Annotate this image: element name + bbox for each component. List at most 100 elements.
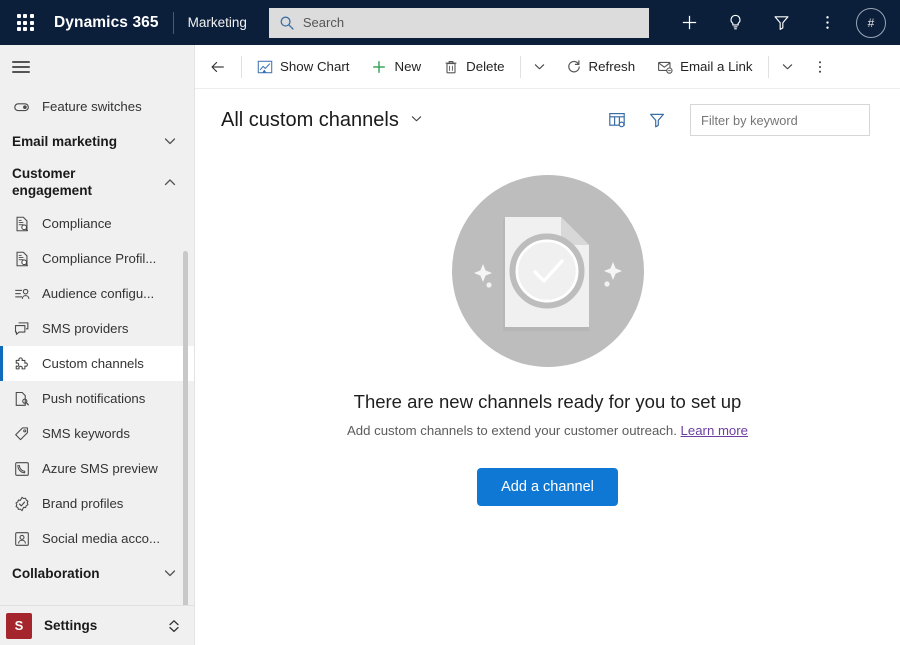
document-check-circle-illustration xyxy=(450,173,646,369)
sidebar-group-label: Email marketing xyxy=(12,133,118,149)
toggle-icon xyxy=(12,97,32,117)
sidebar-group-email-marketing[interactable]: Email marketing xyxy=(0,124,194,158)
chart-icon xyxy=(257,59,273,75)
sidebar-item-label: Compliance Profil... xyxy=(42,251,157,266)
command-label: Refresh xyxy=(588,59,636,74)
main-content: Show Chart New Delete Refresh Email a Li… xyxy=(195,45,900,645)
chat-bubble-icon xyxy=(12,319,32,339)
learn-more-link[interactable]: Learn more xyxy=(681,423,748,438)
email-link-icon xyxy=(657,59,673,75)
chevron-down-icon xyxy=(409,109,424,132)
command-divider xyxy=(767,55,769,78)
sidebar-item-compliance[interactable]: Compliance xyxy=(0,206,194,241)
sidebar-item-label: Custom channels xyxy=(42,356,144,371)
brand-title: Dynamics 365 xyxy=(54,13,159,31)
sidebar-group-label: Customer engagement xyxy=(12,166,93,198)
sidebar-item-label: Push notifications xyxy=(42,391,146,406)
avatar[interactable]: # xyxy=(856,7,886,38)
chevron-down-icon xyxy=(162,565,178,581)
sidebar-area-switcher[interactable]: S Settings xyxy=(0,605,194,645)
page-pen-icon xyxy=(12,389,32,409)
sidebar-nav: Feature switches Email marketing Custome… xyxy=(0,89,194,605)
search-input[interactable]: Search xyxy=(268,7,649,38)
sidebar-item-label: Compliance xyxy=(42,216,112,231)
sidebar-item-audience-configuration[interactable]: Audience configu... xyxy=(0,276,194,311)
sidebar-item-label: Social media acco... xyxy=(42,531,161,546)
sidebar-item-label: Azure SMS preview xyxy=(42,461,158,476)
sidebar: Feature switches Email marketing Custome… xyxy=(0,45,195,645)
sidebar-group-label: Collaboration xyxy=(12,565,100,581)
funnel-icon[interactable] xyxy=(758,0,804,45)
sidebar-item-label: SMS keywords xyxy=(42,426,130,441)
sidebar-item-custom-channels[interactable]: Custom channels xyxy=(0,346,194,381)
puzzle-piece-icon xyxy=(12,354,32,374)
lightbulb-icon[interactable] xyxy=(712,0,758,45)
settings-badge: S xyxy=(6,612,32,639)
sidebar-item-push-notifications[interactable]: Push notifications xyxy=(0,381,194,416)
new-button[interactable]: New xyxy=(360,45,432,89)
edit-columns-icon[interactable] xyxy=(602,105,632,135)
quick-create-button[interactable] xyxy=(666,0,712,45)
empty-state-subtext: Add custom channels to extend your custo… xyxy=(347,423,748,438)
sidebar-item-label: Feature switches xyxy=(42,99,142,114)
empty-state-heading: There are new channels ready for you to … xyxy=(353,391,742,412)
trash-icon xyxy=(443,59,459,75)
command-bar: Show Chart New Delete Refresh Email a Li… xyxy=(195,45,900,89)
view-header: All custom channels Filter by keyword xyxy=(195,89,900,151)
show-chart-button[interactable]: Show Chart xyxy=(246,45,360,89)
delete-button[interactable]: Delete xyxy=(432,45,515,89)
waffle-grid-icon[interactable] xyxy=(8,6,42,40)
chevron-down-icon xyxy=(162,133,178,149)
filter-placeholder: Filter by keyword xyxy=(701,112,798,128)
sidebar-item-compliance-profiles[interactable]: Compliance Profil... xyxy=(0,241,194,276)
refresh-button[interactable]: Refresh xyxy=(555,45,647,89)
audience-icon xyxy=(12,284,32,304)
sidebar-item-feature-switches[interactable]: Feature switches xyxy=(0,89,194,124)
sidebar-item-label: Brand profiles xyxy=(42,496,124,511)
search-icon xyxy=(279,15,295,31)
sidebar-group-collaboration[interactable]: Collaboration xyxy=(0,556,194,590)
header-actions: # xyxy=(666,0,890,45)
command-label: Delete xyxy=(466,59,505,74)
sidebar-area-label: Settings xyxy=(44,618,98,633)
delete-overflow-caret[interactable] xyxy=(525,45,555,89)
sidebar-item-label: Audience configu... xyxy=(42,286,155,301)
chevron-up-icon xyxy=(162,174,178,190)
view-tools: Filter by keyword xyxy=(602,104,870,136)
sidebar-item-brand-profiles[interactable]: Brand profiles xyxy=(0,486,194,521)
app-body: Feature switches Email marketing Custome… xyxy=(0,45,900,645)
sidebar-item-label: SMS providers xyxy=(42,321,129,336)
sidebar-item-sms-keywords[interactable]: SMS keywords xyxy=(0,416,194,451)
email-overflow-caret[interactable] xyxy=(773,45,803,89)
view-selector[interactable]: All custom channels xyxy=(221,109,424,132)
add-a-channel-button[interactable]: Add a channel xyxy=(477,468,618,506)
ellipsis-vertical-icon[interactable] xyxy=(804,0,850,45)
edit-filters-funnel-icon[interactable] xyxy=(642,105,672,135)
sidebar-item-sms-providers[interactable]: SMS providers xyxy=(0,311,194,346)
command-label: Email a Link xyxy=(680,59,753,74)
command-overflow-button[interactable] xyxy=(803,45,837,89)
command-label: New xyxy=(394,59,422,74)
page-title: All custom channels xyxy=(221,108,399,131)
avatar-label: # xyxy=(867,15,875,30)
search-placeholder: Search xyxy=(302,15,345,30)
email-a-link-button[interactable]: Email a Link xyxy=(646,45,763,89)
sidebar-scrollbar-thumb[interactable] xyxy=(183,251,188,605)
tag-icon xyxy=(12,424,32,444)
filter-by-keyword-input[interactable]: Filter by keyword xyxy=(690,104,870,136)
social-account-icon xyxy=(12,529,32,549)
top-header: Dynamics 365 Marketing Search # xyxy=(0,0,900,45)
hamburger-icon[interactable] xyxy=(0,45,194,89)
sidebar-item-social-media-accounts[interactable]: Social media acco... xyxy=(0,521,194,556)
back-button[interactable] xyxy=(199,45,237,89)
plus-icon xyxy=(371,59,387,75)
azure-sms-icon xyxy=(12,459,32,479)
sidebar-item-azure-sms-preview[interactable]: Azure SMS preview xyxy=(0,451,194,486)
header-divider xyxy=(172,11,174,34)
chevron-up-down-icon xyxy=(166,618,182,634)
sidebar-group-customer-engagement[interactable]: Customer engagement xyxy=(0,158,194,206)
badge-check-icon xyxy=(12,494,32,514)
app-name: Marketing xyxy=(187,15,247,30)
app-root: Dynamics 365 Marketing Search # Feature … xyxy=(0,0,900,645)
document-search-icon xyxy=(12,214,32,234)
